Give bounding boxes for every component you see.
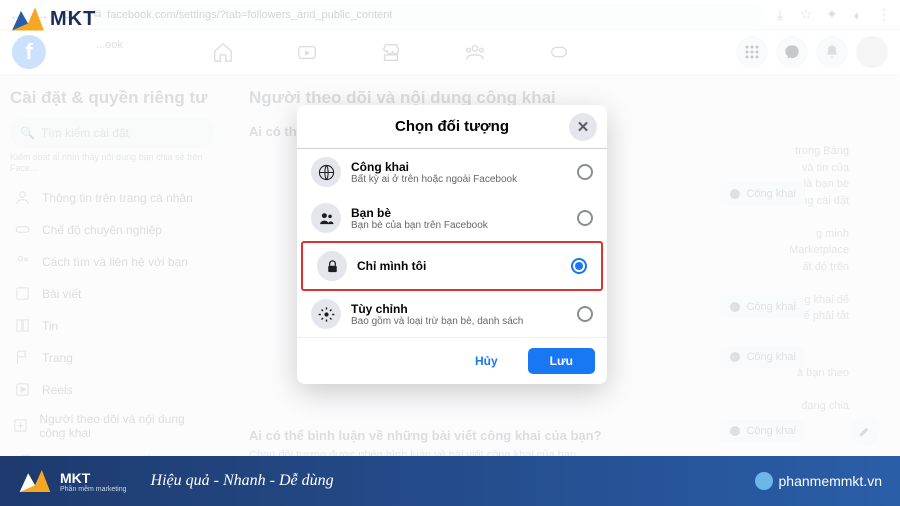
option-title: Công khai: [351, 160, 517, 174]
audience-modal: Chọn đối tượng ✕ Công khaiBất kỳ ai ở tr…: [297, 105, 607, 384]
globe-icon: [755, 472, 773, 490]
radio-icon[interactable]: [577, 164, 593, 180]
option-title: Bạn bè: [351, 206, 488, 220]
option-custom[interactable]: Tùy chỉnhBao gồm và loại trừ bạn bè, dan…: [297, 291, 607, 337]
radio-icon[interactable]: [571, 258, 587, 274]
modal-footer: Hủy Lưu: [297, 337, 607, 384]
friends-icon: [311, 203, 341, 233]
option-public[interactable]: Công khaiBất kỳ ai ở trên hoặc ngoài Fac…: [297, 149, 607, 195]
footer-site[interactable]: phanmemmkt.vn: [755, 472, 882, 490]
save-button[interactable]: Lưu: [528, 348, 595, 374]
radio-icon[interactable]: [577, 210, 593, 226]
footer-sub: Phần mềm marketing: [60, 486, 127, 493]
option-friends[interactable]: Bạn bèBạn bè của bạn trên Facebook: [297, 195, 607, 241]
mkt-footer: MKT Phần mềm marketing Hiệu quả - Nhanh …: [0, 456, 900, 506]
option-desc: Bạn bè của bạn trên Facebook: [351, 220, 488, 231]
option-desc: Bao gồm và loại trừ bạn bè, danh sách: [351, 316, 523, 327]
radio-icon[interactable]: [577, 306, 593, 322]
lock-icon: [317, 251, 347, 281]
gear-icon: [311, 299, 341, 329]
mkt-logo-icon: [18, 466, 52, 496]
close-icon[interactable]: ✕: [569, 113, 597, 141]
cancel-button[interactable]: Hủy: [453, 348, 520, 374]
modal-header: Chọn đối tượng ✕: [297, 105, 607, 149]
option-title: Tùy chỉnh: [351, 302, 523, 316]
mkt-logo-text: MKT: [50, 8, 96, 31]
option-only-me[interactable]: Chỉ mình tôi: [303, 243, 601, 289]
modal-title: Chọn đối tượng: [395, 118, 509, 135]
mkt-watermark: MKT: [10, 4, 96, 34]
footer-slogan: Hiệu quả - Nhanh - Dễ dùng: [151, 472, 334, 490]
option-title: Chỉ mình tôi: [357, 259, 426, 273]
footer-brand: MKT: [60, 470, 127, 486]
mkt-logo-icon: [10, 4, 46, 34]
option-desc: Bất kỳ ai ở trên hoặc ngoài Facebook: [351, 174, 517, 185]
globe-icon: [311, 157, 341, 187]
